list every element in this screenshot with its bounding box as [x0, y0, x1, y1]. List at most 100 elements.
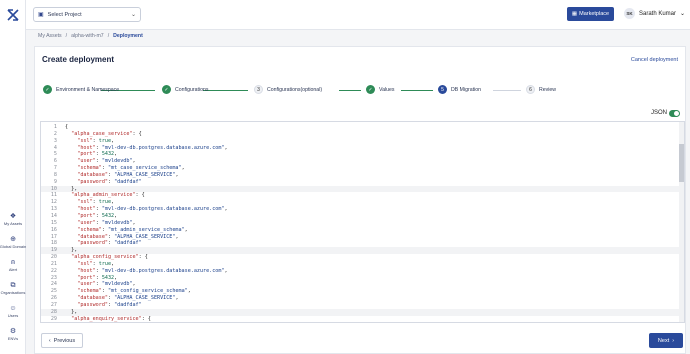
- globe-icon: ⊕: [10, 236, 16, 243]
- code-line: 7 "schema": "mt_case_service_schema",: [41, 165, 681, 172]
- code-line: 22 "host": "mvl-dev-db.postgres.database…: [41, 268, 681, 275]
- line-number: 8: [53, 171, 57, 178]
- line-number: 9: [53, 178, 57, 185]
- sidebar-item-users[interactable]: ☺ Users: [0, 304, 26, 327]
- sidebar-item-my-assets[interactable]: ❖ My Assets: [0, 212, 26, 235]
- step-label: Configurations(optional): [267, 86, 323, 93]
- chevron-down-icon: ⌄: [680, 11, 686, 17]
- line-number: 14: [50, 212, 57, 219]
- deployment-card: Create deployment Cancel deployment ✓ Env…: [34, 46, 686, 354]
- code-text: },: [65, 247, 78, 254]
- line-number: 10: [50, 185, 57, 192]
- breadcrumb: My Assets / alpha-with-m7 / Deployment: [38, 33, 143, 39]
- code-line: 5 "port": 5432,: [41, 151, 681, 158]
- step-number: 5: [438, 85, 447, 94]
- sidebar-item-label: My Assets: [3, 221, 23, 226]
- sidebar-item-global-domain[interactable]: ⊕ Global Domain: [0, 235, 26, 258]
- code-line: 20 "alpha_config_service": {: [41, 254, 681, 261]
- chevron-right-icon: ›: [672, 337, 675, 344]
- sidebar-item-label: Users: [7, 313, 19, 318]
- sidebar-item-envs[interactable]: ⚙ ENVs: [0, 327, 26, 350]
- code-line: 14 "port": 5432,: [41, 213, 681, 220]
- user-menu[interactable]: SK Sarath Kumar ⌄: [624, 8, 685, 19]
- code-line: 29 "alpha_enquiry_service": {: [41, 315, 681, 322]
- editor-scrollbar[interactable]: [679, 122, 684, 322]
- code-line: 9 "password": "dadfdaf": [41, 179, 681, 186]
- code-line: 15 "user": "mvldevdb",: [41, 220, 681, 227]
- code-text: "schema": "mt_admin_service_schema",: [77, 226, 188, 233]
- breadcrumb-my-assets[interactable]: My Assets: [38, 33, 62, 39]
- line-number: 19: [50, 247, 57, 254]
- step-label: Configurations: [175, 86, 209, 93]
- marketplace-label: Marketplace: [579, 11, 610, 17]
- breadcrumb-separator: /: [65, 33, 68, 39]
- step-4[interactable]: ✓ Values: [366, 85, 394, 94]
- code-line: 8 "database": "ALPHA_CASE_SERVICE",: [41, 172, 681, 179]
- code-text: "password": "dadfdaf": [77, 178, 142, 185]
- line-number: 2: [53, 130, 57, 137]
- code-text: "database": "ALPHA_CASE_SERVICE",: [77, 295, 179, 302]
- sidebar-item-organisations[interactable]: ⧉ Organisations: [0, 281, 26, 304]
- code-text: "database": "ALPHA_CASE_SERVICE",: [77, 233, 179, 240]
- line-number: 29: [50, 315, 57, 322]
- line-number: 11: [50, 192, 57, 199]
- breadcrumb-project[interactable]: alpha-with-m7: [71, 33, 104, 39]
- line-number: 5: [53, 151, 57, 158]
- code-line: 17 "database": "ALPHA_CASE_SERVICE",: [41, 234, 681, 241]
- org-icon: ⧉: [10, 282, 16, 289]
- line-number: 17: [50, 233, 57, 240]
- code-line: 6 "user": "mvldevdb",: [41, 158, 681, 165]
- line-number: 12: [50, 199, 57, 206]
- check-icon: ✓: [366, 85, 375, 94]
- code-line: 2 "alpha_case_service": {: [41, 131, 681, 138]
- code-text: "user": "mvldevdb",: [77, 219, 136, 226]
- line-number: 21: [50, 260, 57, 267]
- code-line: 10 },: [41, 185, 681, 193]
- step-3[interactable]: 3 Configurations(optional): [254, 85, 322, 94]
- check-icon: ✓: [162, 85, 171, 94]
- assets-icon: ❖: [9, 213, 17, 220]
- code-text: "user": "mvldevdb",: [77, 158, 136, 165]
- project-select[interactable]: ▣ Select Project ⌄: [33, 7, 141, 22]
- scrollbar-thumb[interactable]: [679, 144, 684, 182]
- step-1[interactable]: ✓ Environment & Namespace: [43, 85, 119, 94]
- step-2[interactable]: ✓ Configurations: [162, 85, 208, 94]
- page-title: Create deployment: [42, 55, 115, 64]
- code-text: "ssl": true,: [77, 137, 115, 144]
- cancel-deployment-link[interactable]: Cancel deployment: [631, 57, 678, 63]
- avatar: SK: [624, 8, 635, 19]
- marketplace-button[interactable]: ▦ Marketplace: [567, 7, 614, 21]
- sidebar-item-label: ENVs: [7, 336, 19, 341]
- line-number: 1: [53, 124, 57, 130]
- code-line: 16 "schema": "mt_admin_service_schema",: [41, 227, 681, 234]
- code-line: 21 "ssl": true,: [41, 261, 681, 268]
- next-button[interactable]: Next ›: [649, 333, 683, 348]
- line-number: 16: [50, 226, 57, 233]
- json-editor[interactable]: 1{2 "alpha_case_service": {3 "ssl": true…: [40, 121, 685, 323]
- line-number: 4: [53, 144, 57, 151]
- line-number: 7: [53, 165, 57, 172]
- code-text: "ssl": true,: [77, 260, 115, 267]
- stepper-connector: [339, 90, 361, 91]
- line-number: 22: [50, 267, 57, 274]
- app-logo-icon[interactable]: [6, 8, 20, 22]
- code-text: "password": "dadfdaf": [77, 240, 142, 247]
- step-6[interactable]: 6 Review: [526, 85, 556, 94]
- store-icon: ▦: [571, 11, 578, 17]
- code-line: 4 "host": "mvl-dev-db.postgres.database.…: [41, 145, 681, 152]
- bell-icon: ⍝: [10, 259, 16, 266]
- code-line: 1{: [41, 124, 681, 131]
- line-number: 20: [50, 254, 57, 261]
- stepper-connector: [401, 90, 433, 91]
- next-label: Next: [657, 337, 670, 344]
- previous-button[interactable]: ‹ Previous: [41, 333, 83, 348]
- step-5[interactable]: 5 DB Migration: [438, 85, 481, 94]
- sidebar: ❖ My Assets ⊕ Global Domain ⍝ Alert ⧉ Organisat…: [0, 0, 26, 354]
- line-number: 24: [50, 281, 57, 288]
- json-toggle[interactable]: [669, 110, 680, 117]
- sidebar-item-alert[interactable]: ⍝ Alert: [0, 258, 26, 281]
- line-number: 13: [50, 206, 57, 213]
- sidebar-item-label: Organisations: [0, 290, 26, 295]
- code-text: "host": "mvl-dev-db.postgres.database.az…: [77, 206, 228, 213]
- code-text: "password": "dadfdaf": [77, 301, 142, 308]
